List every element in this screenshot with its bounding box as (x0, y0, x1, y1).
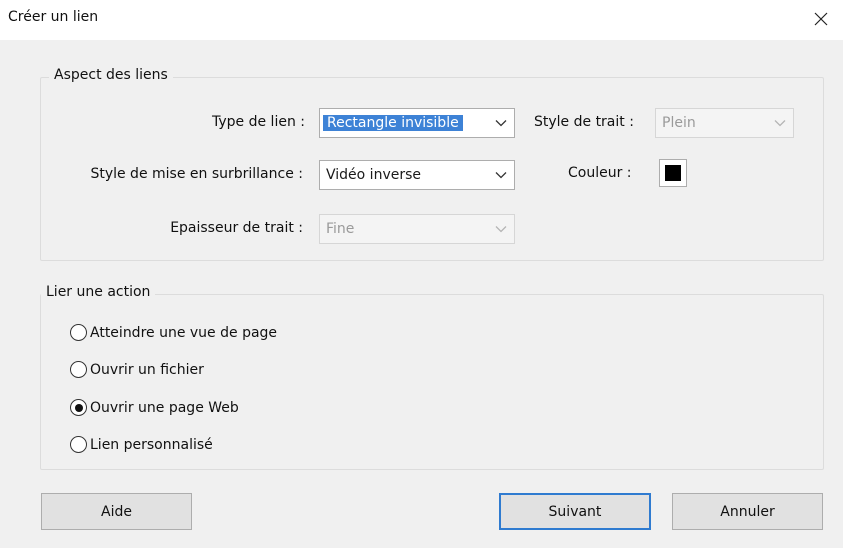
color-fill (665, 165, 681, 181)
color-label: Couleur : (568, 165, 632, 181)
line-thickness-select[interactable]: Fine (319, 214, 515, 244)
chevron-down-icon (488, 109, 514, 137)
chevron-down-icon (767, 109, 793, 137)
radio-button[interactable] (70, 361, 87, 378)
radio-go-to-page-view[interactable]: Atteindre une vue de page (70, 324, 277, 341)
radio-selected-dot (74, 403, 83, 412)
color-swatch-button[interactable] (659, 159, 687, 187)
radio-label: Ouvrir une page Web (90, 399, 239, 416)
link-type-value: Rectangle invisible (320, 115, 488, 131)
chevron-down-icon (488, 215, 514, 243)
radio-open-web-page[interactable]: Ouvrir une page Web (70, 399, 239, 416)
line-thickness-value: Fine (326, 221, 355, 237)
radio-button[interactable] (70, 324, 87, 341)
title-bar: Créer un lien (0, 0, 843, 40)
radio-label: Ouvrir un fichier (90, 361, 204, 378)
line-thickness-label: Epaisseur de trait : (170, 220, 303, 236)
radio-label: Atteindre une vue de page (90, 324, 278, 341)
line-style-select[interactable]: Plein (655, 108, 794, 138)
radio-button[interactable] (70, 399, 87, 416)
radio-button[interactable] (70, 436, 87, 453)
radio-label: Lien personnalisé (90, 436, 213, 453)
create-link-dialog: Créer un lien Aspect des liens Type de l… (0, 0, 843, 548)
line-style-value: Plein (662, 115, 696, 131)
help-button[interactable]: Aide (41, 493, 192, 530)
link-appearance-legend: Aspect des liens (49, 67, 173, 83)
radio-open-file[interactable]: Ouvrir un fichier (70, 361, 204, 378)
close-button[interactable] (799, 0, 843, 38)
link-action-legend: Lier une action (41, 284, 156, 300)
chevron-down-icon (488, 161, 514, 189)
dialog-title: Créer un lien (8, 9, 99, 25)
highlight-style-value: Vidéo inverse (326, 167, 421, 183)
close-icon (814, 12, 828, 26)
next-button[interactable]: Suivant (499, 493, 651, 530)
highlight-style-select[interactable]: Vidéo inverse (319, 160, 515, 190)
radio-custom-link[interactable]: Lien personnalisé (70, 436, 213, 453)
link-type-label: Type de lien : (212, 114, 305, 130)
highlight-style-label: Style de mise en surbrillance : (90, 166, 303, 182)
line-style-label: Style de trait : (534, 114, 634, 130)
link-type-select[interactable]: Rectangle invisible (319, 108, 515, 138)
cancel-button[interactable]: Annuler (672, 493, 823, 530)
